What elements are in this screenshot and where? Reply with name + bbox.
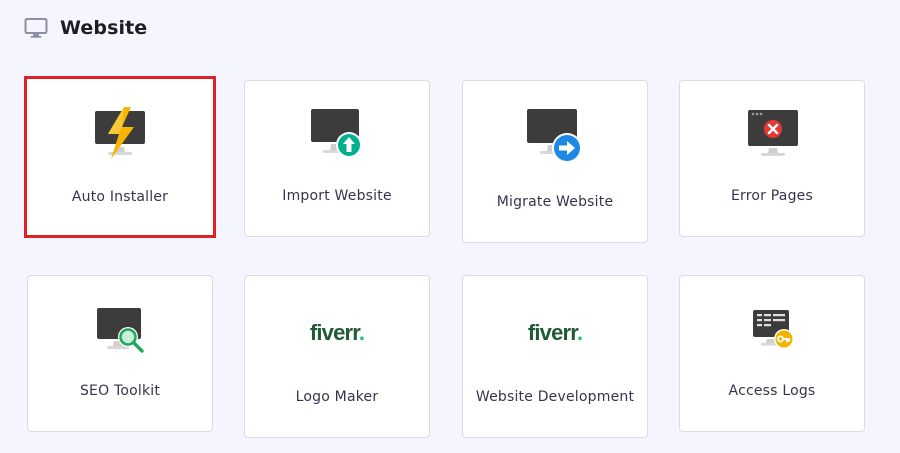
import-website-card[interactable]: Import Website bbox=[244, 80, 430, 237]
logo-maker-card[interactable]: fiverr. Logo Maker bbox=[244, 275, 430, 438]
fiverr-logo: fiverr. bbox=[527, 320, 583, 345]
page-title: Website bbox=[60, 17, 148, 39]
card-label: Logo Maker bbox=[295, 389, 379, 405]
card-label: Website Development bbox=[475, 389, 635, 405]
section-header: Website bbox=[24, 14, 147, 42]
migrate-website-card[interactable]: Migrate Website bbox=[462, 80, 648, 243]
website-development-card[interactable]: fiverr. Website Development bbox=[462, 275, 648, 438]
card-label: Access Logs bbox=[728, 383, 816, 399]
monitor-search-icon bbox=[97, 308, 144, 353]
seo-toolkit-card[interactable]: SEO Toolkit bbox=[27, 275, 213, 432]
fiverr-logo: fiverr. bbox=[309, 320, 365, 345]
auto-installer-card[interactable]: Auto Installer bbox=[24, 76, 216, 238]
monitor-lightning-icon bbox=[95, 107, 145, 159]
monitor-upload-icon bbox=[311, 109, 362, 158]
card-label: Import Website bbox=[282, 188, 392, 204]
card-label: SEO Toolkit bbox=[79, 383, 161, 399]
monitor-arrow-right-icon bbox=[527, 109, 582, 163]
error-pages-card[interactable]: Error Pages bbox=[679, 80, 865, 237]
card-label: Error Pages bbox=[731, 188, 813, 204]
card-label: Migrate Website bbox=[496, 194, 614, 210]
server-key-icon bbox=[753, 310, 794, 349]
monitor-icon bbox=[24, 18, 48, 38]
card-label: Auto Installer bbox=[71, 189, 169, 205]
monitor-error-icon bbox=[748, 110, 798, 156]
access-logs-card[interactable]: Access Logs bbox=[679, 275, 865, 432]
